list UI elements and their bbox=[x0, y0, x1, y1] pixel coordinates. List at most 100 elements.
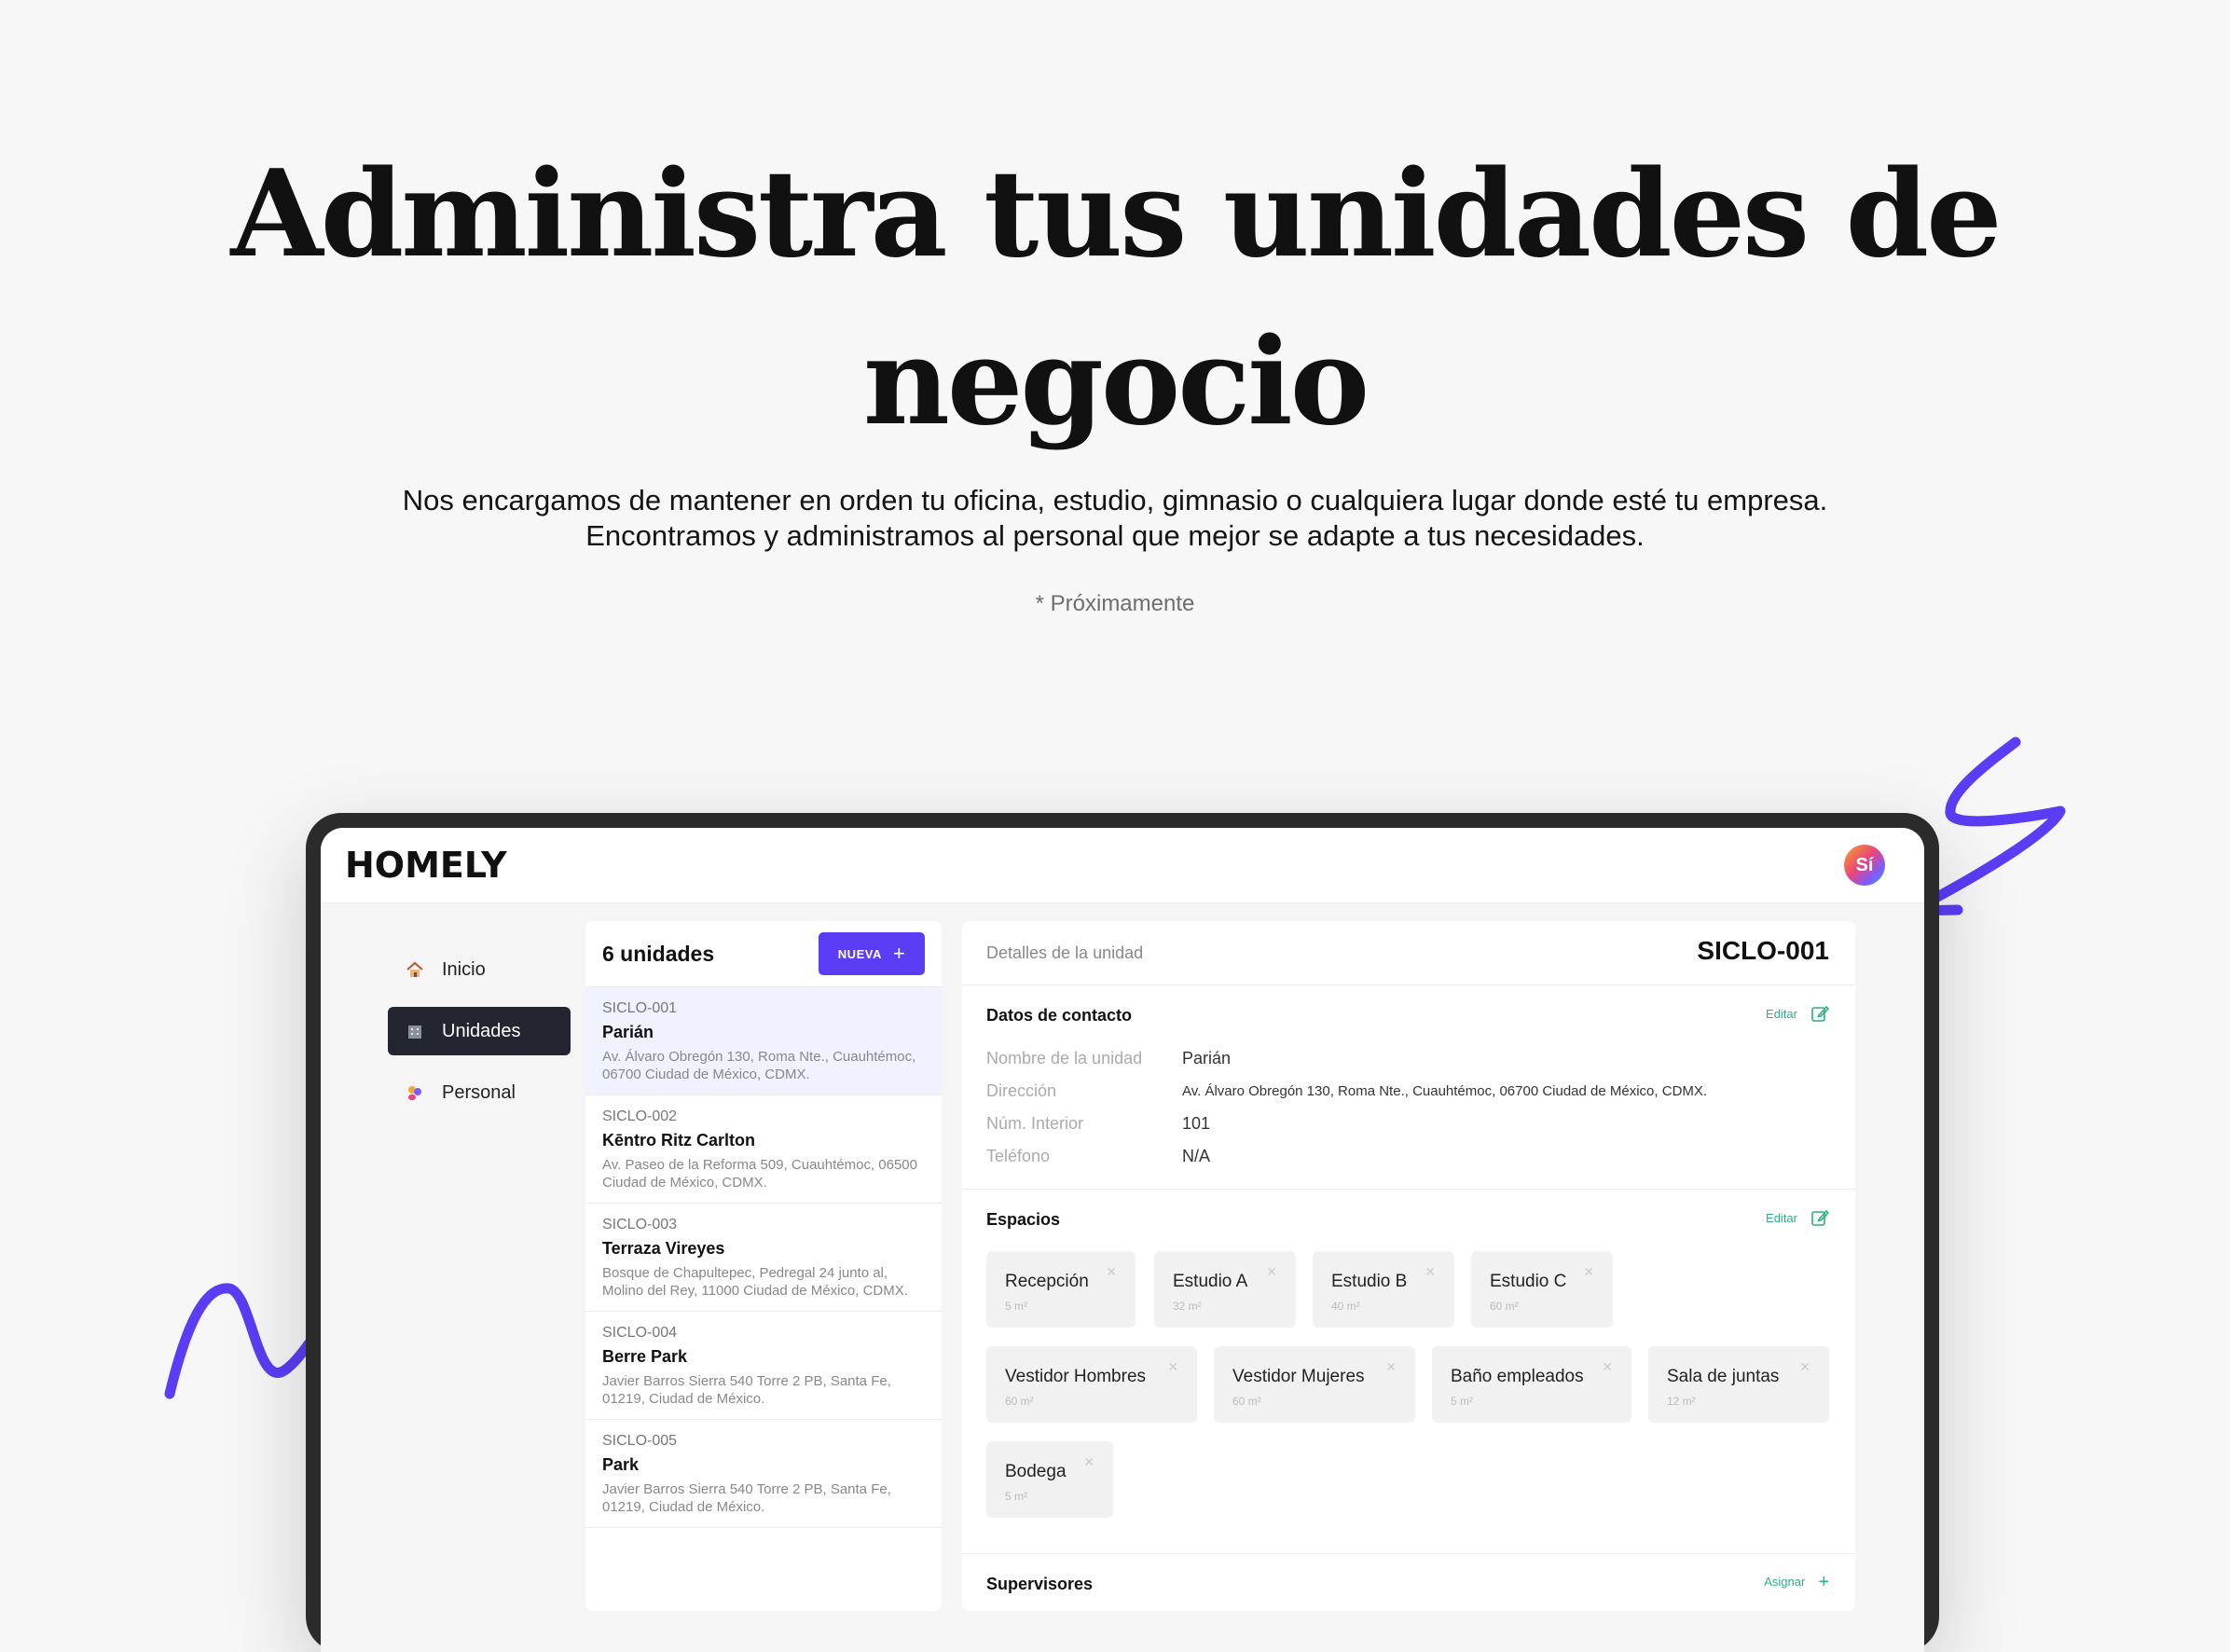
sidebar-item-label: Unidades bbox=[442, 1020, 521, 1041]
sidebar-item-personal[interactable]: Personal bbox=[388, 1068, 571, 1117]
unit-list-item[interactable]: SICLO-001 Parián Av. Álvaro Obregón 130,… bbox=[585, 987, 942, 1095]
unit-list-item[interactable]: SICLO-005 Park Javier Barros Sierra 540 … bbox=[585, 1420, 942, 1528]
space-chip[interactable]: Recepción 5 m² ✕ bbox=[986, 1251, 1136, 1328]
assign-label: Asignar bbox=[1764, 1575, 1806, 1589]
units-count: 6 unidades bbox=[602, 942, 715, 966]
space-chip[interactable]: Estudio B 40 m² ✕ bbox=[1313, 1251, 1454, 1328]
contact-key: Teléfono bbox=[986, 1147, 1051, 1165]
hero-subtitle-line2: Encontramos y administramos al personal … bbox=[585, 519, 1645, 552]
space-chip[interactable]: Sala de juntas 12 m² ✕ bbox=[1648, 1346, 1829, 1423]
sidebar-item-label: Personal bbox=[442, 1081, 516, 1103]
unit-detail-header: Detalles de la unidad SICLO-001 bbox=[962, 921, 1855, 985]
plus-icon: + bbox=[1818, 1571, 1829, 1592]
contact-row: Núm. Interior 101 bbox=[986, 1114, 1210, 1134]
space-size: 60 m² bbox=[1490, 1300, 1519, 1313]
contact-key: Dirección bbox=[986, 1081, 1057, 1100]
hero-subtitle: Nos encargamos de mantener en orden tu o… bbox=[0, 483, 2230, 554]
space-chip[interactable]: Vestidor Mujeres 60 m² ✕ bbox=[1214, 1346, 1415, 1423]
assign-supervisor-button[interactable]: Asignar + bbox=[1764, 1571, 1829, 1592]
remove-space-icon[interactable]: ✕ bbox=[1799, 1359, 1810, 1375]
contact-row: Dirección Av. Álvaro Obregón 130, Roma N… bbox=[986, 1081, 1707, 1101]
edit-label: Editar bbox=[1766, 1210, 1797, 1225]
remove-space-icon[interactable]: ✕ bbox=[1583, 1264, 1594, 1280]
unit-name: Parián bbox=[602, 1023, 654, 1041]
space-chip[interactable]: Bodega 5 m² ✕ bbox=[986, 1441, 1113, 1518]
space-size: 40 m² bbox=[1331, 1300, 1360, 1313]
unit-list-item[interactable]: SICLO-002 Kēntro Ritz Carlton Av. Paseo … bbox=[585, 1095, 942, 1204]
edit-label: Editar bbox=[1766, 1006, 1797, 1021]
unit-address: Bosque de Chapultepec, Pedregal 24 junto… bbox=[602, 1265, 908, 1299]
space-chip[interactable]: Estudio C 60 m² ✕ bbox=[1471, 1251, 1613, 1328]
homely-logo[interactable]: HOMELY bbox=[345, 845, 507, 886]
tablet-frame: HOMELY Sí Inicio Unidades Personal 6 uni… bbox=[306, 813, 1939, 1652]
space-name: Estudio A bbox=[1173, 1272, 1248, 1291]
plus-icon: + bbox=[892, 942, 906, 965]
hero-title: Administra tus unidades de negocio bbox=[0, 131, 2230, 466]
space-name: Baño empleados bbox=[1451, 1367, 1584, 1386]
hero-title-line1: Administra tus unidades de bbox=[230, 145, 2002, 284]
coming-soon-note: * Próximamente bbox=[1035, 591, 1195, 616]
contact-section-title: Datos de contacto bbox=[986, 1006, 1133, 1025]
hero-title-line2: negocio bbox=[862, 312, 1370, 452]
sidebar-item-inicio[interactable]: Inicio bbox=[388, 945, 571, 994]
people-icon bbox=[405, 1082, 425, 1103]
edit-icon bbox=[1811, 1209, 1829, 1226]
unit-list-item[interactable]: SICLO-004 Berre Park Javier Barros Sierr… bbox=[585, 1312, 942, 1420]
sidebar-item-unidades[interactable]: Unidades bbox=[388, 1007, 571, 1055]
sidebar: Inicio Unidades Personal bbox=[388, 945, 571, 1130]
unit-name: Park bbox=[602, 1455, 640, 1474]
space-size: 12 m² bbox=[1667, 1395, 1696, 1408]
unit-address: Javier Barros Sierra 540 Torre 2 PB, San… bbox=[602, 1373, 891, 1407]
unit-code: SICLO-002 bbox=[602, 1108, 678, 1124]
hero-subtitle-line1: Nos encargamos de mantener en orden tu o… bbox=[402, 484, 1828, 516]
unit-address: Av. Paseo de la Reforma 509, Cuauhtémoc,… bbox=[602, 1157, 917, 1191]
remove-space-icon[interactable]: ✕ bbox=[1602, 1359, 1613, 1375]
unit-detail-label: Detalles de la unidad bbox=[986, 943, 1144, 962]
new-unit-button-label: NUEVA bbox=[837, 946, 882, 961]
unit-code: SICLO-004 bbox=[602, 1325, 678, 1341]
space-size: 60 m² bbox=[1005, 1395, 1034, 1408]
unit-address: Javier Barros Sierra 540 Torre 2 PB, San… bbox=[602, 1481, 891, 1515]
remove-space-icon[interactable]: ✕ bbox=[1106, 1264, 1117, 1280]
remove-space-icon[interactable]: ✕ bbox=[1425, 1264, 1436, 1280]
unit-detail-panel: Detalles de la unidad SICLO-001 Datos de… bbox=[962, 921, 1855, 1611]
spaces-edit-button[interactable]: Editar bbox=[1766, 1208, 1829, 1227]
space-name: Sala de juntas bbox=[1667, 1367, 1780, 1386]
space-chip[interactable]: Baño empleados 5 m² ✕ bbox=[1432, 1346, 1631, 1423]
space-size: 60 m² bbox=[1232, 1395, 1261, 1408]
new-unit-button[interactable]: NUEVA + bbox=[819, 932, 925, 975]
unit-code: SICLO-001 bbox=[602, 1000, 678, 1016]
unit-list-item[interactable]: SICLO-003 Terraza Vireyes Bosque de Chap… bbox=[585, 1204, 942, 1312]
edit-icon bbox=[1811, 1005, 1829, 1022]
app-screen: HOMELY Sí Inicio Unidades Personal 6 uni… bbox=[321, 828, 1924, 1652]
contact-edit-button[interactable]: Editar bbox=[1766, 1004, 1829, 1023]
space-size: 32 m² bbox=[1173, 1300, 1202, 1313]
supervisors-section-title: Supervisores bbox=[986, 1575, 1094, 1593]
remove-space-icon[interactable]: ✕ bbox=[1385, 1359, 1397, 1375]
contact-row: Teléfono N/A bbox=[986, 1147, 1210, 1166]
unit-code: SICLO-003 bbox=[602, 1217, 678, 1232]
contact-value: Av. Álvaro Obregón 130, Roma Nte., Cuauh… bbox=[1182, 1083, 1708, 1099]
space-size: 5 m² bbox=[1005, 1490, 1027, 1503]
space-name: Estudio C bbox=[1490, 1272, 1567, 1291]
space-name: Bodega bbox=[1005, 1462, 1067, 1481]
contact-value: N/A bbox=[1182, 1147, 1211, 1165]
remove-space-icon[interactable]: ✕ bbox=[1266, 1264, 1277, 1280]
app-topbar: HOMELY Sí bbox=[321, 828, 1924, 903]
unit-name: Kēntro Ritz Carlton bbox=[602, 1131, 755, 1150]
remove-space-icon[interactable]: ✕ bbox=[1167, 1359, 1178, 1375]
avatar[interactable]: Sí bbox=[1844, 845, 1885, 886]
house-icon bbox=[405, 959, 425, 980]
remove-space-icon[interactable]: ✕ bbox=[1083, 1454, 1094, 1470]
supervisors-section: Supervisores Asignar + bbox=[962, 1554, 1855, 1610]
unit-detail-code: SICLO-001 bbox=[1697, 936, 1829, 965]
space-chip[interactable]: Estudio A 32 m² ✕ bbox=[1154, 1251, 1296, 1328]
contact-section: Datos de contacto Editar Nombre de la un… bbox=[962, 985, 1855, 1190]
space-chip[interactable]: Vestidor Hombres 60 m² ✕ bbox=[986, 1346, 1197, 1423]
contact-value: Parián bbox=[1182, 1049, 1232, 1067]
unit-name: Berre Park bbox=[602, 1347, 688, 1366]
unit-code: SICLO-005 bbox=[602, 1433, 678, 1449]
building-icon bbox=[405, 1021, 425, 1041]
space-name: Vestidor Mujeres bbox=[1232, 1367, 1365, 1386]
spaces-section: Espacios Editar Recepción 5 m² ✕ Estudio… bbox=[962, 1190, 1855, 1554]
